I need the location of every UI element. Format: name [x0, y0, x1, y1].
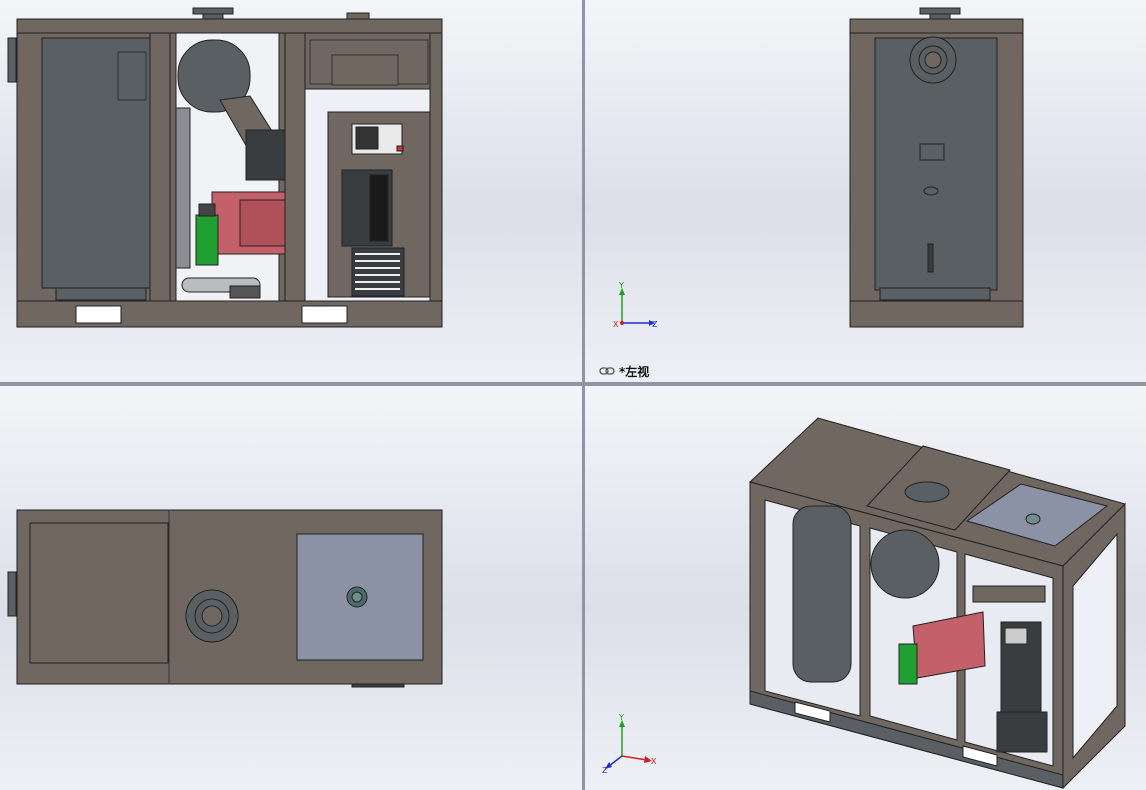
axis-y-label: Y	[618, 281, 624, 290]
viewport-splitter-vertical[interactable]	[582, 0, 585, 790]
view-name-text: *左视	[619, 365, 650, 379]
axis-z-label: Z	[602, 766, 608, 775]
left-viewport[interactable]: Y Z X *左视	[585, 0, 1146, 382]
base-frame	[849, 300, 1024, 328]
coordinate-triad: Y X Z	[602, 713, 657, 775]
top-flange	[192, 7, 234, 15]
top-viewport[interactable]	[0, 386, 582, 790]
iso-filter	[898, 643, 918, 685]
top-rail	[16, 18, 443, 34]
viewport-splitter-horizontal[interactable]	[0, 382, 1146, 386]
iso-tank	[792, 505, 852, 683]
isometric-view-drawing: Y X Z	[602, 417, 1126, 790]
front-view-drawing	[7, 7, 443, 328]
top-rail	[849, 18, 1024, 34]
view-name-label[interactable]: *左视	[599, 363, 649, 380]
forklift-slot	[301, 305, 348, 324]
tank-door-panel	[41, 37, 151, 289]
axis-y-label: Y	[618, 713, 624, 722]
axis-z-label: Z	[652, 320, 658, 329]
coordinate-triad: Y Z X	[613, 281, 658, 329]
link-icon	[599, 365, 615, 379]
axis-x-label: X	[613, 320, 619, 329]
iso-viewport[interactable]: Y X Z	[585, 386, 1146, 790]
side-pipe-stub	[7, 37, 17, 83]
oil-filter	[195, 214, 219, 266]
forklift-slot	[75, 305, 122, 324]
top-view-drawing	[7, 509, 443, 688]
axis-x-label: X	[651, 757, 657, 766]
front-viewport[interactable]	[0, 0, 582, 382]
airend	[245, 129, 287, 181]
left-view-drawing: Y Z X	[613, 7, 1024, 329]
